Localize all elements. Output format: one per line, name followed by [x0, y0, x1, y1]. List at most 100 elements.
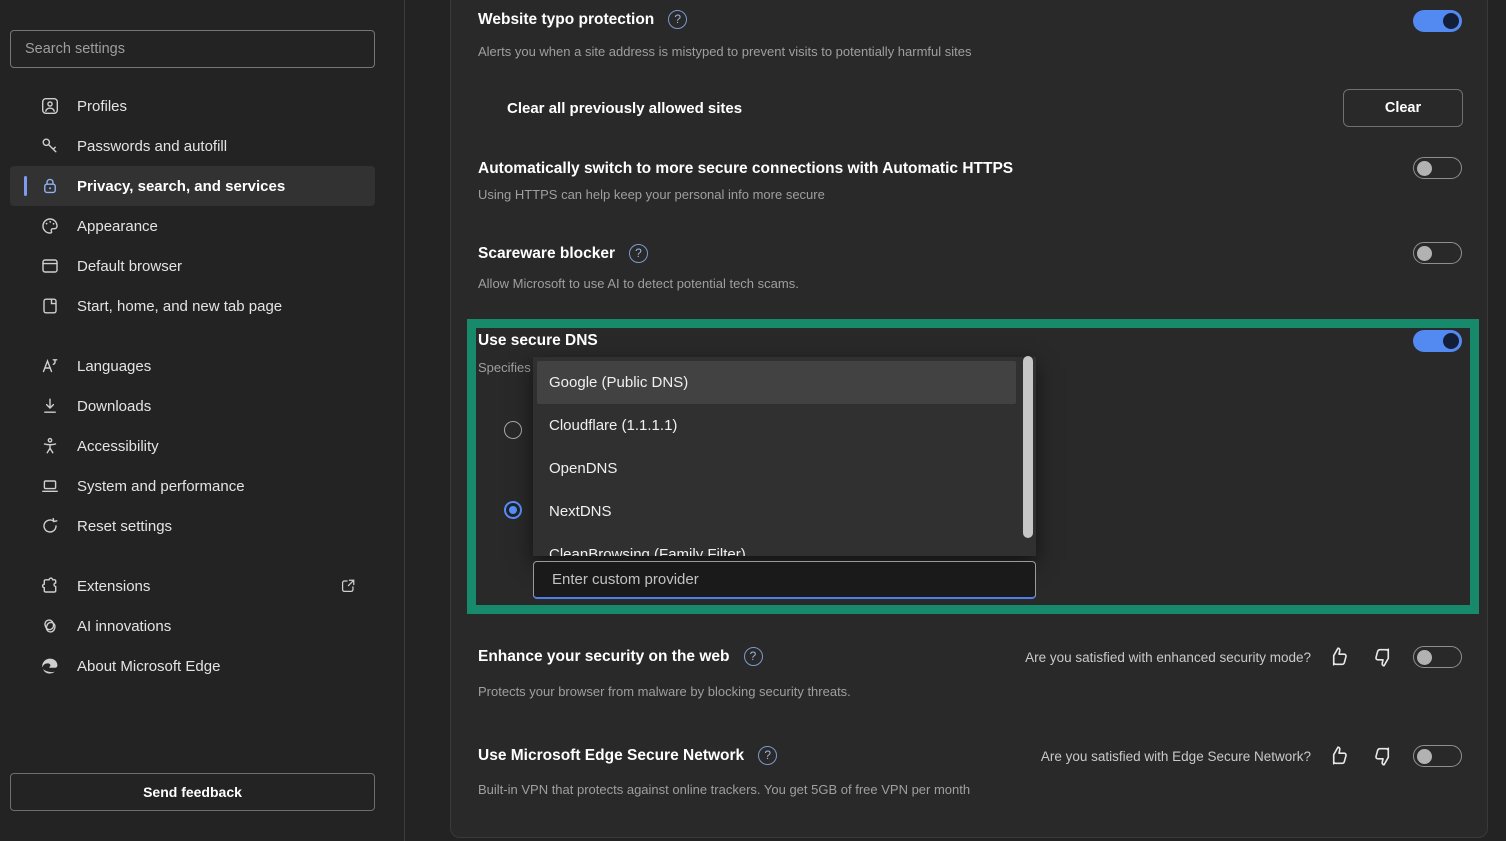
toggle-knob: [1417, 650, 1432, 665]
accessibility-icon: [40, 436, 60, 456]
auto-https-controls: [1413, 157, 1462, 179]
toggle-knob: [1417, 749, 1432, 764]
setting-description: Allow Microsoft to use AI to detect pote…: [478, 276, 799, 291]
sidebar-item-profiles[interactable]: Profiles: [10, 86, 375, 126]
dns-provider-radio-selected[interactable]: [504, 501, 522, 519]
enhanced-security-title-row: Enhance your security on the web ?: [478, 647, 763, 666]
setting-title: Clear all previously allowed sites: [507, 100, 742, 117]
website-typo-toggle[interactable]: [1413, 10, 1462, 32]
browser-window-icon: [40, 256, 60, 276]
scareware-title-row: Scareware blocker ?: [478, 244, 648, 263]
sidebar-item-label: Extensions: [77, 578, 150, 595]
download-icon: [40, 396, 60, 416]
dropdown-option[interactable]: Cloudflare (1.1.1.1): [533, 404, 1036, 447]
toggle-knob: [1443, 333, 1459, 349]
auto-https-title-row: Automatically switch to more secure conn…: [478, 160, 1013, 178]
sidebar-item-label: Passwords and autofill: [77, 138, 227, 155]
dropdown-option[interactable]: CleanBrowsing (Family Filter): [533, 533, 1036, 556]
sidebar-item-accessibility[interactable]: Accessibility: [10, 426, 375, 466]
auto-https-toggle[interactable]: [1413, 157, 1462, 179]
setting-title: Website typo protection: [478, 11, 654, 29]
thumbs-down-icon[interactable]: [1369, 644, 1395, 670]
profiles-icon: [40, 96, 60, 116]
toggle-knob: [1417, 246, 1432, 261]
help-icon[interactable]: ?: [668, 10, 687, 29]
sidebar-item-label: Profiles: [77, 98, 127, 115]
sidebar-item-label: System and performance: [77, 478, 245, 495]
send-feedback-button[interactable]: Send feedback: [10, 773, 375, 811]
setting-description: Protects your browser from malware by bl…: [478, 684, 851, 699]
sidebar-item-about-edge[interactable]: About Microsoft Edge: [10, 646, 375, 686]
help-icon[interactable]: ?: [744, 647, 763, 666]
sidebar-item-label: Start, home, and new tab page: [77, 298, 282, 315]
help-icon[interactable]: ?: [758, 746, 777, 765]
setting-title: Scareware blocker: [478, 245, 615, 263]
sidebar-item-label: Languages: [77, 358, 151, 375]
reset-icon: [40, 516, 60, 536]
website-typo-title-row: Website typo protection ?: [478, 10, 687, 29]
feedback-question: Are you satisfied with Edge Secure Netwo…: [1041, 749, 1311, 764]
scareware-toggle[interactable]: [1413, 242, 1462, 264]
lock-icon: [40, 176, 60, 196]
setting-description: Alerts you when a site address is mistyp…: [478, 44, 972, 59]
thumbs-up-icon[interactable]: [1327, 644, 1353, 670]
secure-dns-title-row: Use secure DNS: [478, 332, 598, 350]
enhanced-security-toggle[interactable]: [1413, 646, 1462, 668]
sidebar-group-main: Profiles Passwords and autofill Privacy,…: [10, 86, 375, 326]
setting-title: Enhance your security on the web: [478, 648, 730, 666]
sidebar-item-label: Accessibility: [77, 438, 159, 455]
search-input[interactable]: [10, 30, 375, 68]
secure-network-controls: Are you satisfied with Edge Secure Netwo…: [1041, 743, 1462, 769]
dropdown-option[interactable]: OpenDNS: [533, 447, 1036, 490]
clear-allowed-sites-label-row: Clear all previously allowed sites: [507, 100, 742, 117]
palette-icon: [40, 216, 60, 236]
help-icon[interactable]: ?: [629, 244, 648, 263]
thumbs-up-icon[interactable]: [1327, 743, 1353, 769]
sidebar-item-appearance[interactable]: Appearance: [10, 206, 375, 246]
sidebar-item-passwords[interactable]: Passwords and autofill: [10, 126, 375, 166]
setting-title: Automatically switch to more secure conn…: [478, 160, 1013, 178]
dns-provider-radio-unselected[interactable]: [504, 421, 522, 439]
selected-accent-bar: [24, 176, 27, 196]
sidebar-item-label: Reset settings: [77, 518, 172, 535]
sidebar-item-default-browser[interactable]: Default browser: [10, 246, 375, 286]
edge-logo-icon: [40, 656, 60, 676]
scareware-controls: [1413, 242, 1462, 264]
external-link-icon: [339, 577, 357, 595]
sidebar-item-label: Default browser: [77, 258, 182, 275]
clear-button[interactable]: Clear: [1343, 89, 1463, 127]
sidebar-item-label: Downloads: [77, 398, 151, 415]
thumbs-down-icon[interactable]: [1369, 743, 1395, 769]
sidebar-group-secondary: Languages Downloads Accessibility System…: [10, 346, 375, 546]
website-typo-controls: [1413, 10, 1462, 32]
secure-network-toggle[interactable]: [1413, 745, 1462, 767]
sidebar-group-bottom: Extensions AI innovations About Microsof…: [10, 566, 375, 686]
key-icon: [40, 136, 60, 156]
sidebar-item-system-performance[interactable]: System and performance: [10, 466, 375, 506]
setting-description: Using HTTPS can help keep your personal …: [478, 187, 825, 202]
sidebar-item-downloads[interactable]: Downloads: [10, 386, 375, 426]
laptop-icon: [40, 476, 60, 496]
sidebar-item-languages[interactable]: Languages: [10, 346, 375, 386]
dropdown-option-highlighted[interactable]: Google (Public DNS): [537, 361, 1016, 404]
setting-description-clipped: Specifies: [478, 360, 534, 375]
setting-description: Built-in VPN that protects against onlin…: [478, 782, 970, 797]
secure-dns-toggle[interactable]: [1413, 330, 1462, 352]
sidebar-item-start-home-newtab[interactable]: Start, home, and new tab page: [10, 286, 375, 326]
toggle-knob: [1417, 161, 1432, 176]
sidebar-item-ai-innovations[interactable]: AI innovations: [10, 606, 375, 646]
sidebar-item-label: Appearance: [77, 218, 158, 235]
setting-title: Use Microsoft Edge Secure Network: [478, 747, 744, 765]
sidebar-item-reset-settings[interactable]: Reset settings: [10, 506, 375, 546]
sidebar-item-extensions[interactable]: Extensions: [10, 566, 375, 606]
dropdown-option[interactable]: NextDNS: [533, 490, 1036, 533]
puzzle-icon: [40, 576, 60, 596]
setting-title: Use secure DNS: [478, 332, 598, 350]
custom-provider-input[interactable]: [533, 561, 1036, 599]
sidebar-item-privacy[interactable]: Privacy, search, and services: [10, 166, 375, 206]
edge-settings-page: Profiles Passwords and autofill Privacy,…: [0, 0, 1506, 841]
secure-dns-controls: [1413, 330, 1462, 352]
dropdown-scrollbar[interactable]: [1023, 356, 1033, 538]
copilot-icon: [40, 616, 60, 636]
sidebar-item-label: Privacy, search, and services: [77, 178, 285, 195]
